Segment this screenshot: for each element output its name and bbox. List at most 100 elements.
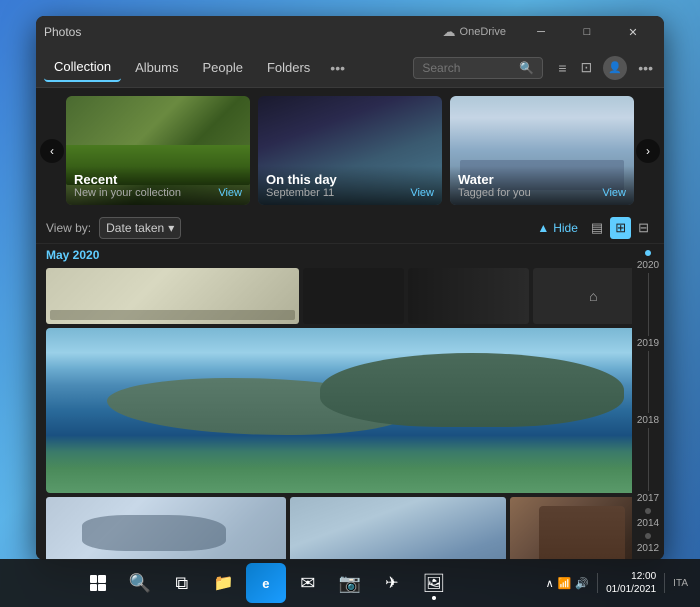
search-box[interactable]: 🔍 bbox=[413, 57, 543, 79]
search-icon: 🔍 bbox=[519, 61, 534, 75]
carousel-left-arrow[interactable]: ‹ bbox=[40, 139, 64, 163]
taskbar-camera-button[interactable]: 📷 bbox=[330, 563, 370, 603]
card-onthisday-bottom: September 11 View bbox=[266, 187, 434, 199]
tray-network-icon[interactable]: 📶 bbox=[558, 577, 572, 590]
thumbnail-2[interactable] bbox=[303, 268, 404, 324]
taskbar-photos-icon: 🖼 bbox=[422, 573, 445, 594]
tab-collection[interactable]: Collection bbox=[44, 53, 121, 82]
tray-chevron-icon[interactable]: ∧ bbox=[546, 577, 554, 590]
card-onthisday-subtitle: September 11 bbox=[266, 187, 334, 199]
featured-card-onthisday[interactable]: On this day September 11 View bbox=[258, 96, 442, 205]
card-recent-title: Recent bbox=[74, 172, 242, 187]
bottom-thumbnails bbox=[46, 497, 654, 560]
system-tray-icons: ∧ 📶 🔊 bbox=[546, 577, 589, 590]
hide-chevron-icon: ▲ bbox=[537, 221, 549, 235]
tab-folders[interactable]: Folders bbox=[257, 54, 320, 81]
card-water-title: Water bbox=[458, 172, 626, 187]
timeline-year-2014[interactable]: 2014 bbox=[637, 518, 659, 529]
hide-button[interactable]: ▲ Hide bbox=[537, 221, 578, 235]
thumbnail-1[interactable] bbox=[46, 268, 299, 324]
clock-date: 01/01/2021 bbox=[606, 583, 656, 596]
filter-icon[interactable]: ≡ bbox=[555, 57, 569, 79]
small-thumbnails-row: ⌂ bbox=[46, 268, 654, 324]
nav-icons: ≡ ⊡ 👤 ••• bbox=[555, 56, 656, 80]
main-content: ‹ Recent New in your collection View On … bbox=[36, 88, 664, 560]
bottom-thumb-1[interactable] bbox=[46, 497, 286, 560]
taskbar-telegram-button[interactable]: ✈ bbox=[372, 563, 412, 603]
view-dropdown[interactable]: Date taken ▾ bbox=[99, 217, 181, 239]
month-label: May 2020 bbox=[46, 248, 654, 262]
card-onthisday-overlay: On this day September 11 View bbox=[258, 166, 442, 205]
card-onthisday-view-link[interactable]: View bbox=[410, 187, 434, 199]
taskbar-photos-button[interactable]: 🖼 bbox=[414, 563, 454, 603]
tab-albums[interactable]: Albums bbox=[125, 54, 188, 81]
card-water-subtitle: Tagged for you bbox=[458, 187, 531, 199]
onedrive-icon: ☁ bbox=[443, 24, 456, 40]
timeline-line-3 bbox=[648, 428, 649, 491]
featured-card-recent[interactable]: Recent New in your collection View bbox=[66, 96, 250, 205]
tray-separator-2 bbox=[664, 573, 665, 593]
window-controls: ─ □ ✕ bbox=[518, 16, 656, 48]
taskbar: 🔍 ⧉ 📁 e ✉ 📷 ✈ 🖼 ∧ bbox=[0, 559, 700, 607]
timeline-year-2020[interactable]: 2020 bbox=[637, 260, 659, 271]
clock[interactable]: 12:00 01/01/2021 bbox=[606, 570, 656, 596]
card-water-view-link[interactable]: View bbox=[602, 187, 626, 199]
cast-icon[interactable]: ⊡ bbox=[578, 56, 596, 79]
language-indicator: ITA bbox=[673, 578, 688, 589]
taskbar-taskview-icon: ⧉ bbox=[175, 573, 188, 594]
taskbar-active-indicator bbox=[432, 596, 436, 600]
taskbar-camera-icon: 📷 bbox=[339, 573, 361, 594]
clock-time: 12:00 bbox=[606, 570, 656, 583]
taskbar-system-tray: ∧ 📶 🔊 12:00 01/01/2021 ITA bbox=[534, 570, 700, 596]
taskbar-search-button[interactable]: 🔍 bbox=[120, 563, 160, 603]
thumbnail-3[interactable] bbox=[408, 268, 529, 324]
app-title: Photos bbox=[44, 25, 443, 39]
view-mode-list[interactable]: ▤ bbox=[586, 217, 608, 239]
tray-volume-icon[interactable]: 🔊 bbox=[575, 577, 589, 590]
more-options-icon[interactable]: ••• bbox=[635, 57, 656, 79]
featured-card-water[interactable]: Water Tagged for you View bbox=[450, 96, 634, 205]
maximize-button[interactable]: □ bbox=[564, 16, 610, 48]
start-button[interactable] bbox=[78, 563, 118, 603]
timeline-year-2012[interactable]: 2012 bbox=[637, 543, 659, 554]
dropdown-chevron-icon: ▾ bbox=[168, 221, 174, 235]
view-mode-large[interactable]: ⊟ bbox=[633, 217, 654, 239]
view-mode-grid[interactable]: ⊞ bbox=[610, 217, 631, 239]
taskbar-mail-icon: ✉ bbox=[300, 573, 315, 594]
card-water-bottom: Tagged for you View bbox=[458, 187, 626, 199]
taskbar-fileexplorer-button[interactable]: 📁 bbox=[204, 563, 244, 603]
taskbar-mail-button[interactable]: ✉ bbox=[288, 563, 328, 603]
timeline-bar: 2020 2019 2018 2017 2014 2012 bbox=[632, 244, 664, 560]
timeline-year-2018[interactable]: 2018 bbox=[637, 415, 659, 426]
minimize-button[interactable]: ─ bbox=[518, 16, 564, 48]
photos-app-window: Photos ☁ OneDrive ─ □ ✕ Collection Album… bbox=[36, 16, 664, 560]
close-button[interactable]: ✕ bbox=[610, 16, 656, 48]
timeline-dot-2014[interactable] bbox=[645, 533, 651, 539]
card-recent-view-link[interactable]: View bbox=[218, 187, 242, 199]
taskbar-taskview-button[interactable]: ⧉ bbox=[162, 563, 202, 603]
search-input[interactable] bbox=[422, 61, 513, 75]
taskbar-edge-icon: e bbox=[262, 576, 269, 591]
onedrive-label: OneDrive bbox=[460, 26, 506, 38]
card-recent-overlay: Recent New in your collection View bbox=[66, 166, 250, 205]
view-by-label: View by: bbox=[46, 221, 91, 235]
taskbar-edge-button[interactable]: e bbox=[246, 563, 286, 603]
carousel-right-arrow[interactable]: › bbox=[636, 139, 660, 163]
timeline-year-2017[interactable]: 2017 bbox=[637, 493, 659, 504]
view-option-label: Date taken bbox=[106, 221, 164, 235]
timeline-line-1 bbox=[648, 273, 649, 336]
tab-people[interactable]: People bbox=[192, 54, 252, 81]
avatar[interactable]: 👤 bbox=[603, 56, 627, 80]
card-onthisday-title: On this day bbox=[266, 172, 434, 187]
timeline-dot-2017[interactable] bbox=[645, 508, 651, 514]
bottom-thumb-2[interactable] bbox=[290, 497, 506, 560]
main-photo[interactable] bbox=[46, 328, 654, 493]
timeline-line-2 bbox=[648, 351, 649, 414]
timeline-year-2019[interactable]: 2019 bbox=[637, 338, 659, 349]
featured-row: ‹ Recent New in your collection View On … bbox=[36, 88, 664, 213]
nav-bar: Collection Albums People Folders ••• 🔍 ≡… bbox=[36, 48, 664, 88]
timeline-dot-2020[interactable] bbox=[645, 250, 651, 256]
photo-area: May 2020 ⌂ 2020 2019 bbox=[36, 244, 664, 560]
nav-more-button[interactable]: ••• bbox=[324, 56, 351, 80]
taskbar-telegram-icon: ✈ bbox=[385, 573, 398, 593]
